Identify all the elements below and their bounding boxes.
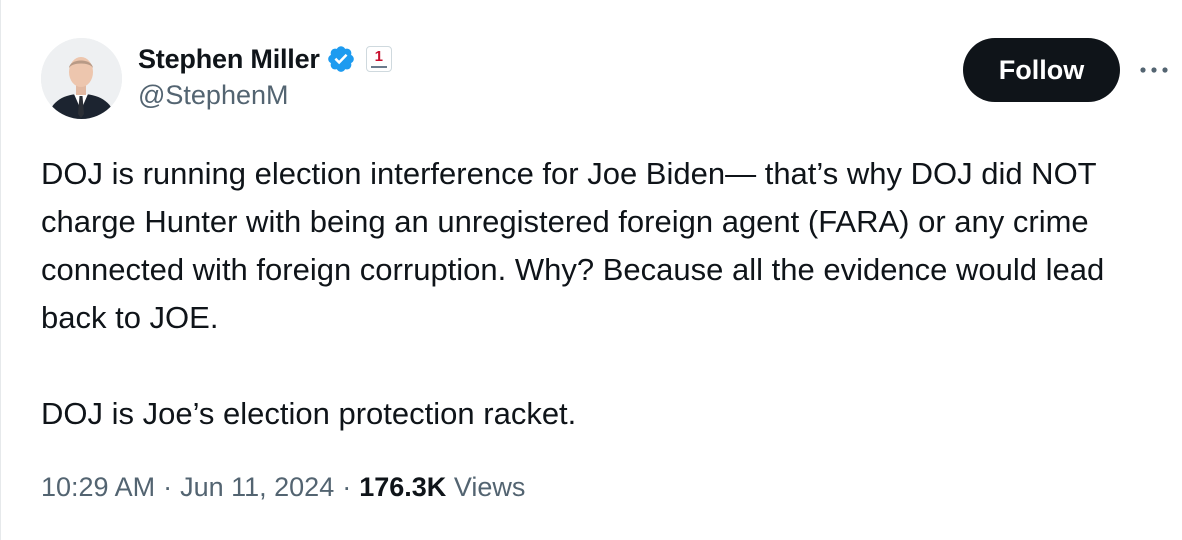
tweet-text: DOJ is running election interference for… (41, 150, 1151, 438)
tweet-card: Stephen Miller 1 @StephenM Follow DOJ is… (0, 0, 1182, 540)
meta-separator: · (163, 472, 173, 502)
america-first-affiliate-icon[interactable]: 1 (365, 46, 392, 72)
tweet-paragraph: DOJ is running election interference for… (41, 156, 1113, 335)
affiliate-numeral-glyph: 1 (374, 48, 383, 65)
avatar[interactable] (41, 38, 122, 119)
views-count: 176.3K (359, 472, 447, 502)
verified-badge-icon[interactable] (326, 44, 356, 74)
affiliate-wordmark-glyph (370, 66, 387, 68)
author-display-name[interactable]: Stephen Miller (138, 44, 320, 75)
more-options-button[interactable] (1137, 56, 1171, 84)
views-stat[interactable]: 176.3K Views (359, 472, 525, 503)
author-handle[interactable]: @StephenM (138, 80, 289, 111)
tweet-date[interactable]: Jun 11, 2024 (180, 472, 334, 503)
tweet-meta: 10:29 AM · Jun 11, 2024 · 176.3K Views (41, 472, 525, 503)
follow-button[interactable]: Follow (963, 38, 1120, 102)
author-name-row: Stephen Miller 1 (138, 40, 392, 78)
views-label: Views (453, 472, 526, 502)
meta-separator: · (342, 472, 352, 502)
more-horizontal-icon (1140, 67, 1168, 73)
tweet-paragraph: DOJ is Joe’s election protection racket. (41, 396, 577, 431)
tweet-time[interactable]: 10:29 AM (41, 472, 155, 503)
